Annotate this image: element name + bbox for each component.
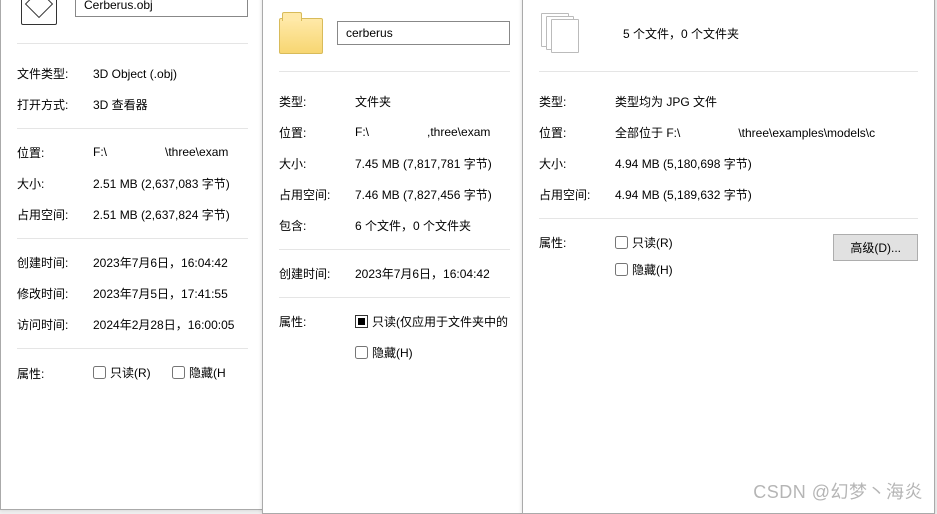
value-openwith: 3D 查看器	[93, 96, 248, 113]
value-size: 7.45 MB (7,817,781 字节)	[355, 155, 510, 172]
value-type: 类型均为 JPG 文件	[615, 93, 918, 110]
label-sizeondisk: 占用空间:	[279, 186, 355, 203]
properties-dialog-file: Cerberus.obj 文件类型:3D Object (.obj) 打开方式:…	[0, 0, 265, 510]
label-attrs: 属性:	[17, 365, 93, 382]
value-type: 文件夹	[355, 93, 510, 110]
value-location: 全部位于 F:\\three\examples\models\c	[615, 124, 918, 141]
file-name-box[interactable]: Cerberus.obj	[75, 0, 248, 17]
value-created: 2023年7月6日，16:04:42	[93, 254, 248, 271]
value-created: 2023年7月6日，16:04:42	[355, 265, 510, 282]
value-sizeondisk: 7.46 MB (7,827,456 字节)	[355, 186, 510, 203]
folder-icon	[279, 11, 323, 55]
readonly-checkbox[interactable]: 只读(R)	[615, 234, 673, 251]
label-location: 位置:	[17, 144, 93, 161]
multi-header: 5 个文件，0 个文件夹	[539, 11, 918, 72]
attrs-group: 只读(仅应用于文件夹中的	[355, 313, 510, 330]
value-contains: 6 个文件，0 个文件夹	[355, 217, 510, 234]
label-sizeondisk: 占用空间:	[17, 206, 93, 223]
file-icon	[17, 0, 61, 27]
value-type: 3D Object (.obj)	[93, 67, 248, 81]
properties-dialog-multi: 常规 详细信息 5 个文件，0 个文件夹 类型:类型均为 JPG 文件 位置: …	[522, 0, 935, 514]
value-location: F:\\three\exam	[93, 145, 248, 159]
label-type: 类型:	[539, 93, 615, 110]
label-modified: 修改时间:	[17, 285, 93, 302]
readonly-checkbox-tri[interactable]: 只读(仅应用于文件夹中的	[355, 313, 508, 330]
readonly-checkbox[interactable]: 只读(R)	[93, 364, 151, 381]
attrs-group: 只读(R) 隐藏(H	[93, 364, 248, 382]
label-created: 创建时间:	[17, 254, 93, 271]
summary-text: 5 个文件，0 个文件夹	[597, 25, 918, 42]
label-location: 位置:	[539, 124, 615, 141]
value-accessed: 2024年2月28日，16:00:05	[93, 316, 248, 333]
label-accessed: 访问时间:	[17, 316, 93, 333]
advanced-button[interactable]: 高级(D)...	[833, 234, 918, 261]
file-name: Cerberus.obj	[84, 0, 239, 12]
label-type: 文件类型:	[17, 65, 93, 82]
value-size: 4.94 MB (5,180,698 字节)	[615, 155, 918, 172]
label-size: 大小:	[17, 175, 93, 192]
folder-name-box[interactable]: cerberus	[337, 21, 510, 45]
label-sizeondisk: 占用空间:	[539, 186, 615, 203]
value-location: F:\,three\exam	[355, 125, 510, 139]
watermark: CSDN @幻梦丶海炎	[753, 478, 923, 504]
hidden-checkbox[interactable]: 隐藏(H)	[355, 344, 413, 361]
folder-name: cerberus	[346, 26, 501, 40]
multiple-files-icon	[539, 11, 583, 55]
label-created: 创建时间:	[279, 265, 355, 282]
label-openwith: 打开方式:	[17, 96, 93, 113]
label-contains: 包含:	[279, 217, 355, 234]
label-size: 大小:	[279, 155, 355, 172]
folder-header: cerberus	[279, 11, 510, 72]
value-modified: 2023年7月5日，17:41:55	[93, 285, 248, 302]
properties-dialog-folder: 常规 共享 安全 以前的版本 自定 cerberus 类型:文件夹 位置: F:…	[262, 0, 527, 514]
label-type: 类型:	[279, 93, 355, 110]
label-location: 位置:	[279, 124, 355, 141]
value-size: 2.51 MB (2,637,083 字节)	[93, 175, 248, 192]
hidden-checkbox[interactable]: 隐藏(H	[172, 364, 226, 381]
hidden-checkbox[interactable]: 隐藏(H)	[615, 261, 673, 278]
value-sizeondisk: 4.94 MB (5,189,632 字节)	[615, 186, 918, 203]
file-header: Cerberus.obj	[17, 0, 248, 44]
label-size: 大小:	[539, 155, 615, 172]
label-attrs: 属性:	[279, 313, 355, 330]
label-attrs: 属性:	[539, 234, 615, 251]
value-sizeondisk: 2.51 MB (2,637,824 字节)	[93, 206, 248, 223]
